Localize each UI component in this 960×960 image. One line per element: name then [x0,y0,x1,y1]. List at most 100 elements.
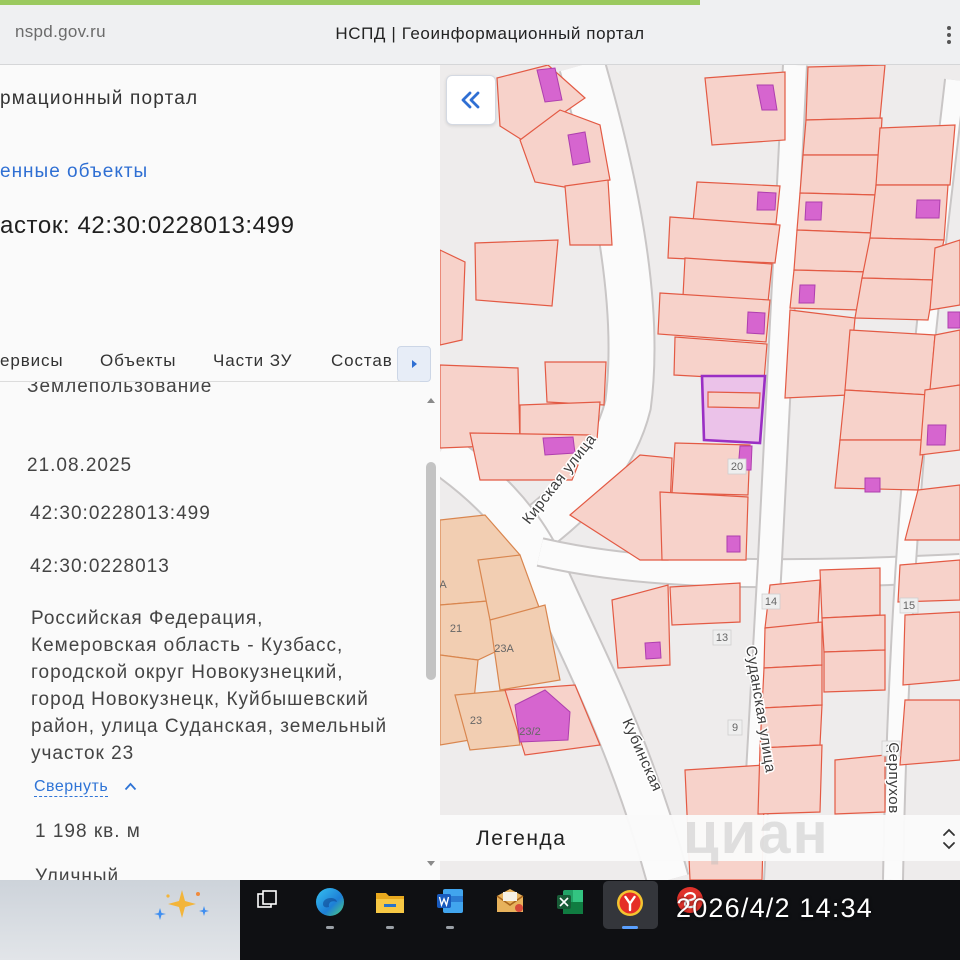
parcel[interactable] [669,582,741,626]
edge-icon[interactable] [314,886,346,918]
house-number: 15 [903,600,915,612]
house-number: 21 [450,623,462,635]
collapse-panel-button[interactable] [446,75,496,125]
scroll-down-arrow-icon[interactable] [425,860,437,868]
cadastral-number-value: 42:30:0228013:499 [30,503,211,524]
parcel[interactable] [861,237,945,281]
address-line: город Новокузнецк, Куйбышевский [31,689,369,710]
tabs-next-button[interactable] [397,346,431,382]
tab-objects[interactable]: Объекты [100,351,176,371]
building [726,535,741,553]
edge-running-indicator [326,926,334,929]
parcel[interactable] [821,614,886,653]
house-number: 20 [731,461,743,473]
parcel[interactable] [929,329,960,391]
building [864,477,881,493]
double-chevron-left-icon [461,91,480,109]
tab-composition[interactable]: Состав [331,351,393,371]
house-number: 13 [716,632,728,644]
chevron-up-down-icon[interactable] [941,826,957,852]
house-number: 23/2 [519,726,540,738]
parcel[interactable] [929,239,960,311]
house-number: 23А [494,643,514,655]
next-field-value: Уличный [35,866,120,880]
building [915,199,941,219]
caret-right-icon [412,360,417,368]
building [644,641,662,660]
yandex-active-indicator [622,926,638,929]
parcel[interactable] [854,277,936,321]
page-load-strip [0,0,700,5]
excel-icon[interactable] [555,887,585,917]
collapse-address-link[interactable]: Свернуть [34,778,109,797]
parcel[interactable] [763,621,823,669]
selected-parcel[interactable] [700,374,767,445]
parcel-details-scroll[interactable]: Землепользование 21.08.2025 42:30:022801… [0,382,420,880]
parcel[interactable] [564,179,613,246]
parcel[interactable] [799,154,881,196]
date-value: 21.08.2025 [27,455,133,476]
portal-title: рмационный портал [0,88,199,109]
parcel[interactable] [834,754,886,815]
parcel[interactable] [875,124,956,186]
file-explorer-icon[interactable] [374,888,406,916]
area-value: 1 198 кв. м [35,821,141,842]
house-number: 9 [732,722,738,734]
parcel[interactable] [544,361,607,406]
yandex-browser-icon[interactable] [615,888,645,918]
scroll-up-arrow-icon[interactable] [425,396,437,404]
window-title: НСПД | Геоинформационный портал [335,24,645,43]
parcel[interactable] [844,329,936,396]
parcel[interactable] [805,65,886,121]
watermark-text: циан [683,801,830,866]
tab-parts[interactable]: Части ЗУ [213,351,292,371]
selected-objects-link[interactable]: енные объекты [0,161,148,183]
parcel[interactable] [819,567,881,619]
building [926,424,947,446]
scrollbar-thumb[interactable] [426,462,436,680]
copilot-icon[interactable] [148,884,216,924]
house-number: 23 [470,715,482,727]
cadastral-map[interactable]: 20 14 13 9 15 11 А 21 23А 23 23/2 Кирска… [440,65,960,880]
street-label-serpukhov: Серпухов [885,742,902,814]
photo-timestamp: 2026/4/2 14:34 [676,893,873,923]
parcel[interactable] [793,229,873,273]
parcel[interactable] [823,649,886,693]
parcel[interactable] [897,559,960,603]
parcel[interactable] [802,117,883,156]
parcel[interactable] [440,249,466,346]
parcel[interactable] [784,309,856,399]
land-use-value: Землепользование [27,382,213,397]
address-line: участок 23 [31,743,135,764]
building [746,311,766,335]
parcel-heading: асток: 42:30:0228013:499 [0,212,295,239]
building [947,311,960,329]
building [756,191,777,211]
parcel[interactable] [761,664,823,709]
word-running-indicator [446,926,454,929]
building [804,201,823,221]
parcel[interactable] [673,336,768,381]
task-view-icon[interactable] [256,889,278,911]
cadastral-quarter-value: 42:30:0228013 [30,556,170,577]
address-line: Кемеровская область - Кузбасс, [31,635,344,656]
address-line: Российская Федерация, [31,608,264,629]
tab-services[interactable]: ервисы [0,351,64,371]
parcel[interactable] [474,239,559,307]
parcel[interactable] [839,389,931,441]
house-number: А [440,579,447,591]
word-icon[interactable] [435,886,465,916]
explorer-running-indicator [386,926,394,929]
building-outline [707,391,761,409]
chevron-up-icon[interactable] [124,782,137,791]
address-bar-url[interactable]: nspd.gov.ru [15,22,106,42]
mail-icon[interactable] [494,886,526,916]
legend-label[interactable]: Легенда [476,827,566,851]
more-vertical-icon[interactable] [942,24,956,46]
address-line: район, улица Суданская, земельный [31,716,388,737]
parcel[interactable] [902,611,960,686]
building [798,284,816,304]
address-line: городской округ Новокузнецкий, [31,662,344,683]
parcel[interactable] [667,216,781,264]
parcel[interactable] [899,699,960,766]
